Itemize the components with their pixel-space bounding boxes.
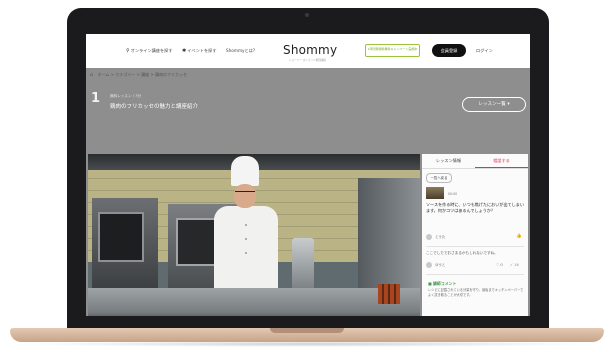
tab-consult[interactable]: 相談する <box>475 154 528 168</box>
panel-tabs: レッスン情報 相談する <box>422 154 528 169</box>
lesson-list-label: レッスン一覧 <box>478 102 506 107</box>
reply-author-name: ゆうと <box>435 263 446 267</box>
lesson-title: 鶏肉のフリカッセの魅力と講座紹介 <box>110 104 199 110</box>
video-player[interactable]: ▶ ♬ ⚙ ▤ ⛶ <box>88 154 420 316</box>
breadcrumb: ⌂ ホーム > カテゴリー > 講座 > 鶏肉のフリカッセ <box>90 72 187 78</box>
site-header: ⚲ オンライン講座を探す ✱ イベントを探す Shommyとは? Shommy … <box>86 34 530 68</box>
lesson-subtitle: 無料レッスン / 7分 <box>110 94 141 98</box>
home-icon[interactable]: ⌂ <box>90 72 93 78</box>
video-chef-glasses <box>235 191 255 196</box>
tab-lesson-info[interactable]: レッスン情報 <box>422 154 475 168</box>
divider <box>426 246 524 247</box>
nav-about-label: Shommyとは? <box>226 48 256 53</box>
avatar <box>426 234 432 240</box>
question-author-name: とうた <box>435 235 446 239</box>
nav-search-events[interactable]: ✱ イベントを探す <box>182 48 217 54</box>
video-scene-mixer <box>292 238 314 290</box>
register-button[interactable]: 会員登録 <box>432 44 466 57</box>
video-chef-face <box>234 184 256 208</box>
video-scene-equipment-right <box>358 178 420 290</box>
instructor-comment-title: 講師コメント <box>433 281 457 286</box>
site-logo[interactable]: Shommy <box>283 43 337 57</box>
video-scene-oven-left <box>92 198 158 290</box>
laptop-screen: ⚲ オンライン講座を探す ✱ イベントを探す Shommyとは? Shommy … <box>86 34 530 316</box>
reply-text: ここでしたでおさまるかもしれないですね。 <box>426 251 498 255</box>
divider <box>426 274 524 275</box>
laptop-camera <box>305 13 309 17</box>
promo-banner[interactable]: 1年間登録料無料キャンペーン実施中 <box>365 44 420 57</box>
instructor-comment-text: レシピに記載されている分量を守り、最後までキッチンペーパーでよく拭き取ることが大… <box>428 288 524 297</box>
search-icon: ⚲ <box>126 48 130 54</box>
lesson-area: ⌂ ホーム > カテゴリー > 講座 > 鶏肉のフリカッセ 1 無料レッスン /… <box>86 68 530 316</box>
breadcrumb-text[interactable]: ホーム > カテゴリー > 講座 > 鶏肉のフリカッセ <box>97 72 187 77</box>
logo-tagline: ショーミー オンライン料理講座 <box>289 59 327 62</box>
question-thumbnail[interactable] <box>426 187 444 199</box>
chevron-down-icon: ▾ <box>507 102 510 107</box>
video-chef-hat <box>231 156 259 186</box>
video-chef-button <box>245 224 247 226</box>
question-text: ソースを作る時に、いつも焦げたにおいが出てしまいます。何かコツはあるんでしょうか… <box>426 202 524 213</box>
nav-about[interactable]: Shommyとは? <box>226 48 255 54</box>
events-icon: ✱ <box>182 48 187 54</box>
views-count: ♡ 0 <box>496 263 503 267</box>
login-link[interactable]: ログイン <box>476 48 493 54</box>
laptop-notch <box>270 328 344 333</box>
views-count-value: 0 <box>500 263 503 267</box>
video-chef-button <box>245 238 247 240</box>
lesson-number: 1 <box>91 91 101 106</box>
question-author: とうた 👍 <box>426 234 524 241</box>
instructor-comment-heading: ■ 講師コメント <box>428 281 457 286</box>
nav-search-courses[interactable]: ⚲ オンライン講座を探す <box>126 48 173 54</box>
back-to-list-button[interactable]: 一覧へ戻る <box>426 173 452 183</box>
likes-count-value: 16 <box>514 263 519 267</box>
thumbs-up-icon[interactable]: 👍 <box>516 234 522 239</box>
nav-search-label: オンライン講座を探す <box>130 48 173 53</box>
consultation-panel: レッスン情報 相談する 一覧へ戻る 00:00 ソースを作る時に、いつも焦げたに… <box>422 154 528 316</box>
avatar <box>426 262 432 268</box>
nav-events-label: イベントを探す <box>187 48 217 53</box>
video-scene-bottles <box>378 284 400 304</box>
likes-count[interactable]: ✓ 16 <box>510 263 519 267</box>
question-timestamp: 00:00 <box>448 192 458 196</box>
lesson-list-button[interactable]: レッスン一覧 ▾ <box>462 97 526 112</box>
video-chef-button <box>245 252 247 254</box>
